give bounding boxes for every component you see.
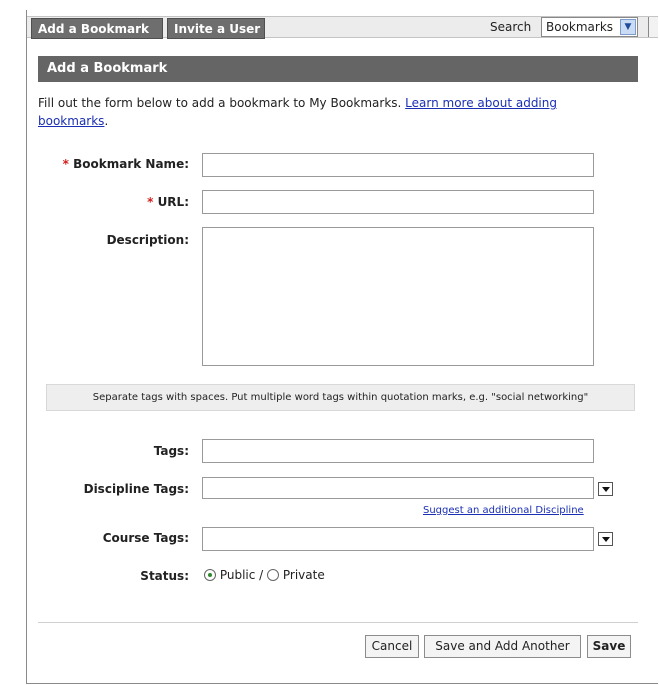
url-label: * URL: <box>147 195 189 209</box>
required-marker: * <box>62 157 69 171</box>
public-radio[interactable] <box>204 569 216 581</box>
cancel-button[interactable]: Cancel <box>365 635 419 658</box>
chevron-down-icon[interactable]: ▼ <box>620 19 636 35</box>
suggest-discipline-link[interactable]: Suggest an additional Discipline <box>423 505 584 516</box>
tags-hint: Separate tags with spaces. Put multiple … <box>46 384 635 411</box>
form-divider <box>38 622 638 623</box>
intro-period: . <box>104 114 109 128</box>
save-and-add-another-button[interactable]: Save and Add Another <box>424 635 581 658</box>
search-scope-value: Bookmarks <box>546 20 614 34</box>
private-label: Private <box>282 568 325 582</box>
description-textarea[interactable] <box>202 227 594 366</box>
discipline-tags-label: Discipline Tags: <box>83 482 189 496</box>
status-radio-group: Public / Private <box>204 568 325 582</box>
discipline-tags-input[interactable] <box>202 477 594 499</box>
url-input[interactable] <box>202 190 594 214</box>
search-label: Search <box>490 20 532 34</box>
course-tags-label: Course Tags: <box>102 531 189 545</box>
tags-label: Tags: <box>153 444 189 458</box>
tab-invite-user[interactable]: Invite a User <box>167 18 265 39</box>
bookmark-name-label: * Bookmark Name: <box>63 157 189 171</box>
tags-input[interactable] <box>202 439 594 463</box>
tab-add-bookmark[interactable]: Add a Bookmark <box>31 18 163 39</box>
course-dropdown-icon[interactable] <box>598 532 613 546</box>
private-radio[interactable] <box>267 569 280 581</box>
url-label-text: URL: <box>157 195 189 209</box>
description-label: Description: <box>106 233 189 247</box>
panel-title: Add a Bookmark <box>38 56 638 82</box>
search-scope-select[interactable]: Bookmarks ▼ <box>541 17 638 37</box>
public-label: Public <box>219 568 256 582</box>
toolbar-edge <box>648 17 658 37</box>
required-marker: * <box>147 195 154 209</box>
course-tags-input[interactable] <box>202 527 594 551</box>
status-separator: / <box>259 568 264 582</box>
bookmark-name-label-text: Bookmark Name: <box>73 157 189 171</box>
status-label: Status: <box>140 569 189 583</box>
intro-description: Fill out the form below to add a bookmar… <box>38 96 402 110</box>
bookmark-name-input[interactable] <box>202 153 594 177</box>
intro-text: Fill out the form below to add a bookmar… <box>38 94 618 130</box>
discipline-dropdown-icon[interactable] <box>598 482 613 496</box>
save-button[interactable]: Save <box>587 635 631 658</box>
